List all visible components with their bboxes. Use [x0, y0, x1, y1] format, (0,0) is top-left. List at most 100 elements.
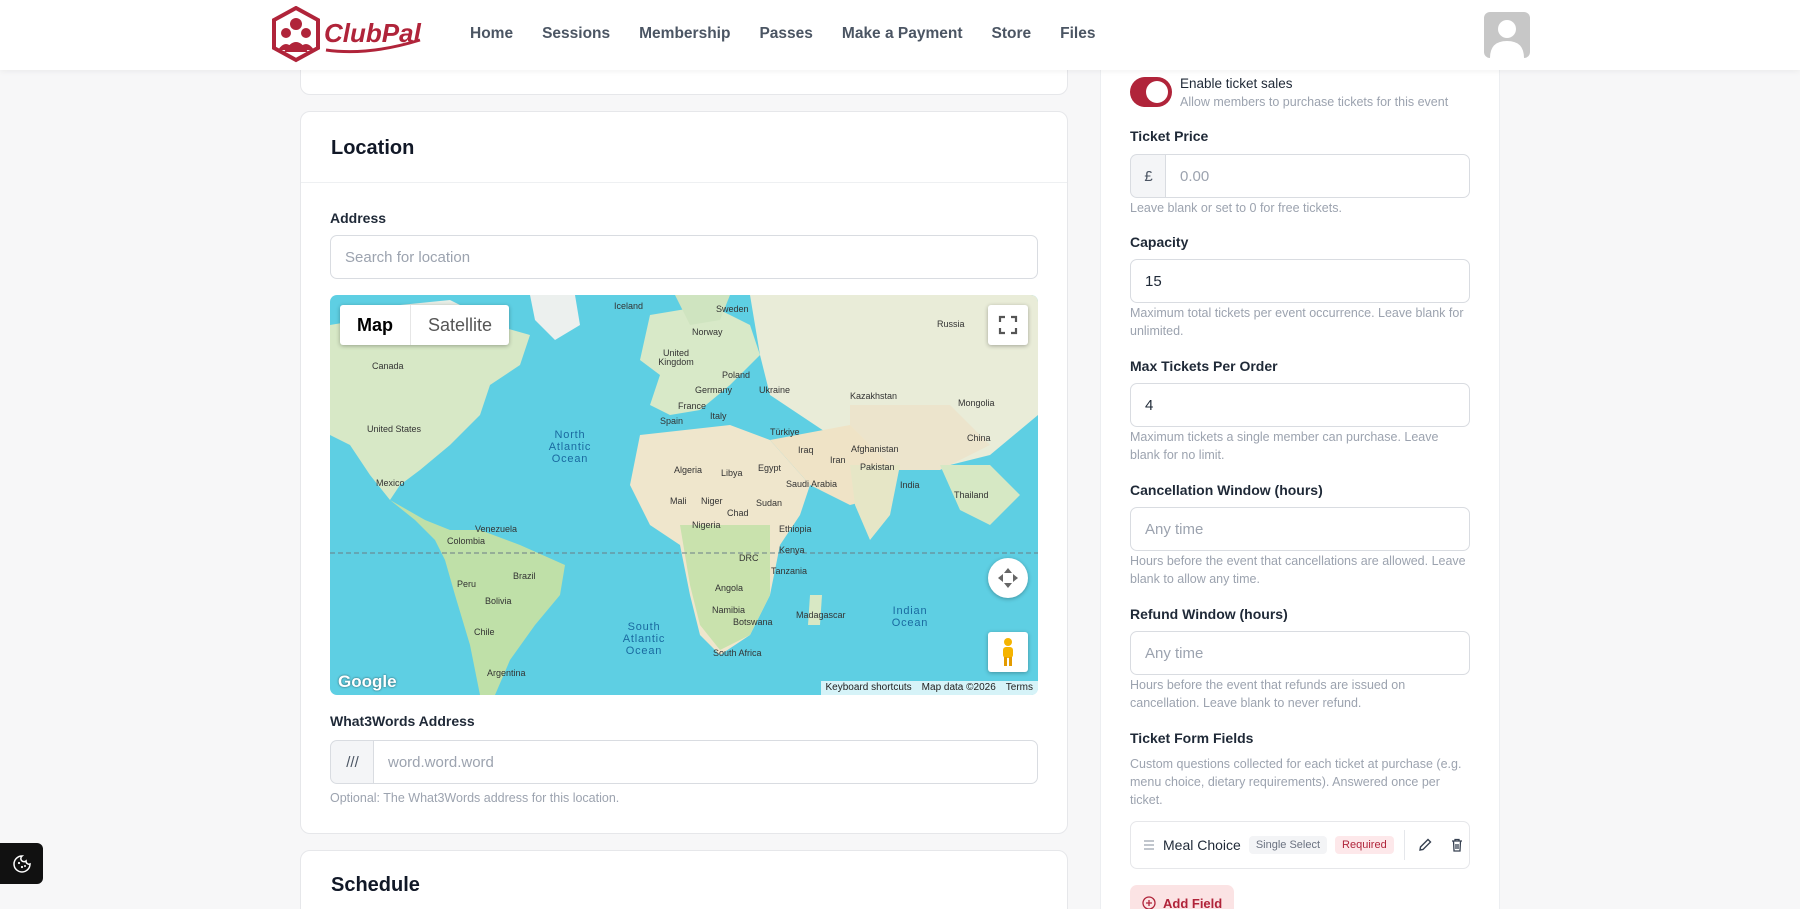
map-place: China [967, 433, 991, 443]
map-place: Spain [660, 416, 684, 426]
cancellation-window-label: Cancellation Window (hours) [1130, 482, 1323, 498]
ocean-label: Indian Ocean [891, 605, 929, 629]
map-camera-control[interactable] [988, 558, 1028, 598]
ticket-form-fields-help: Custom questions collected for each tick… [1130, 757, 1462, 807]
ticket-price-label: Ticket Price [1130, 128, 1209, 144]
plus-circle-icon [1142, 896, 1156, 909]
ticket-price-placeholder: 0.00 [1180, 167, 1210, 185]
w3w-input[interactable]: word.word.word [373, 740, 1038, 784]
ticket-form-fields-label: Ticket Form Fields [1130, 730, 1254, 746]
map-place: Angola [715, 583, 744, 593]
map-place: DRC [739, 553, 759, 563]
cookie-settings-button[interactable] [0, 843, 43, 884]
map-place: Germany [695, 385, 733, 395]
map-place: Peru [457, 579, 477, 589]
top-navbar: ClubPal Home Sessions Membership Passes … [0, 0, 1800, 70]
map-place: Sweden [716, 304, 749, 314]
map-place: Botswana [733, 617, 773, 627]
map-place: Bolivia [485, 596, 512, 606]
nav-store[interactable]: Store [992, 25, 1032, 43]
map-place: United Kingdom [658, 348, 694, 367]
map-place: Namibia [712, 605, 746, 615]
map-place: Iceland [614, 301, 644, 311]
add-field-label: Add Field [1163, 895, 1223, 909]
map-place: Mongolia [958, 398, 995, 408]
cancellation-window-input[interactable]: Any time [1130, 507, 1470, 551]
enable-ticket-sales-toggle[interactable] [1130, 77, 1172, 107]
map-place: Ukraine [759, 385, 791, 395]
terms-link[interactable]: Terms [1001, 681, 1038, 695]
nav-sessions[interactable]: Sessions [542, 25, 610, 43]
w3w-label: What3Words Address [330, 713, 475, 729]
row-divider [1403, 830, 1405, 860]
keyboard-shortcuts-link[interactable]: Keyboard shortcuts [821, 681, 917, 695]
map-place: Iraq [798, 445, 814, 455]
clubpal-logo[interactable]: ClubPal [268, 5, 424, 64]
nav-membership[interactable]: Membership [639, 25, 730, 43]
capacity-input[interactable]: 15 [1130, 259, 1470, 303]
max-tickets-label: Max Tickets Per Order [1130, 358, 1278, 374]
map-place: France [678, 401, 707, 411]
refund-window-label: Refund Window (hours) [1130, 606, 1288, 622]
nav-files[interactable]: Files [1060, 25, 1095, 43]
map-place: Pakistan [860, 462, 895, 472]
map-place: Ethiopia [779, 524, 812, 534]
map-place: Egypt [758, 463, 782, 473]
map-tab-satellite[interactable]: Satellite [411, 305, 509, 345]
toggle-knob [1146, 81, 1168, 103]
map-place: Brazil [513, 571, 536, 581]
fullscreen-button[interactable] [988, 305, 1028, 345]
trash-icon [1451, 838, 1462, 852]
user-avatar[interactable] [1484, 12, 1530, 58]
nav-home[interactable]: Home [470, 25, 513, 43]
nav-make-a-payment[interactable]: Make a Payment [842, 25, 963, 43]
map-place: Tanzania [771, 566, 808, 576]
map-place: Chad [727, 508, 749, 518]
refund-window-help: Hours before the event that refunds are … [1130, 678, 1406, 710]
map-tab-map[interactable]: Map [340, 305, 410, 345]
ticket-price-input[interactable]: 0.00 [1165, 154, 1470, 198]
field-type-badge: Single Select [1248, 836, 1328, 854]
main-nav: Home Sessions Membership Passes Make a P… [470, 0, 1095, 68]
w3w-placeholder: word.word.word [388, 753, 494, 771]
map-place: Italy [710, 411, 727, 421]
max-tickets-input[interactable]: 4 [1130, 383, 1470, 427]
map-place: Afghanistan [851, 444, 899, 454]
edit-field-button[interactable] [1417, 837, 1433, 853]
schedule-card: Schedule [300, 850, 1068, 909]
map-place: Argentina [487, 668, 526, 678]
cookie-icon [12, 854, 31, 873]
pencil-icon [1418, 838, 1432, 851]
map-place: Russia [937, 319, 965, 329]
map-footer: Keyboard shortcuts Map data ©2026 Terms [820, 681, 1038, 695]
refund-window-input[interactable]: Any time [1130, 631, 1470, 675]
location-map[interactable]: Iceland Sweden Norway Russia Canada Unit… [330, 295, 1038, 695]
map-place: Venezuela [475, 524, 518, 534]
map-place: Poland [722, 370, 751, 380]
delete-field-button[interactable] [1449, 837, 1465, 853]
map-place: Nigeria [692, 520, 721, 530]
map-place: Saudi Arabia [786, 479, 838, 489]
fullscreen-icon [998, 315, 1018, 335]
capacity-label: Capacity [1130, 234, 1189, 250]
required-badge: Required [1335, 836, 1394, 854]
max-tickets-help: Maximum tickets a single member can purc… [1130, 430, 1439, 462]
map-place: Niger [701, 496, 723, 506]
nav-passes[interactable]: Passes [759, 25, 812, 43]
map-place: Türkiye [770, 427, 800, 437]
drag-handle-icon[interactable] [1143, 839, 1155, 851]
schedule-title: Schedule [331, 874, 420, 896]
map-data-attribution: Map data ©2026 [921, 682, 996, 693]
map-place: Kenya [779, 545, 805, 555]
address-search-input[interactable]: Search for location [330, 235, 1038, 279]
map-place: Madagascar [796, 610, 846, 620]
enable-ticket-sales-help: Allow members to purchase tickets for th… [1180, 95, 1449, 109]
add-field-button[interactable]: Add Field [1130, 885, 1234, 909]
capacity-help: Maximum total tickets per event occurren… [1130, 306, 1464, 338]
street-view-pegman[interactable] [988, 632, 1028, 672]
map-place: Mali [670, 496, 687, 506]
form-field-row: Meal Choice Single Select Required [1130, 821, 1470, 869]
address-label: Address [330, 210, 387, 226]
refund-window-placeholder: Any time [1145, 644, 1204, 662]
map-place: Libya [721, 468, 743, 478]
